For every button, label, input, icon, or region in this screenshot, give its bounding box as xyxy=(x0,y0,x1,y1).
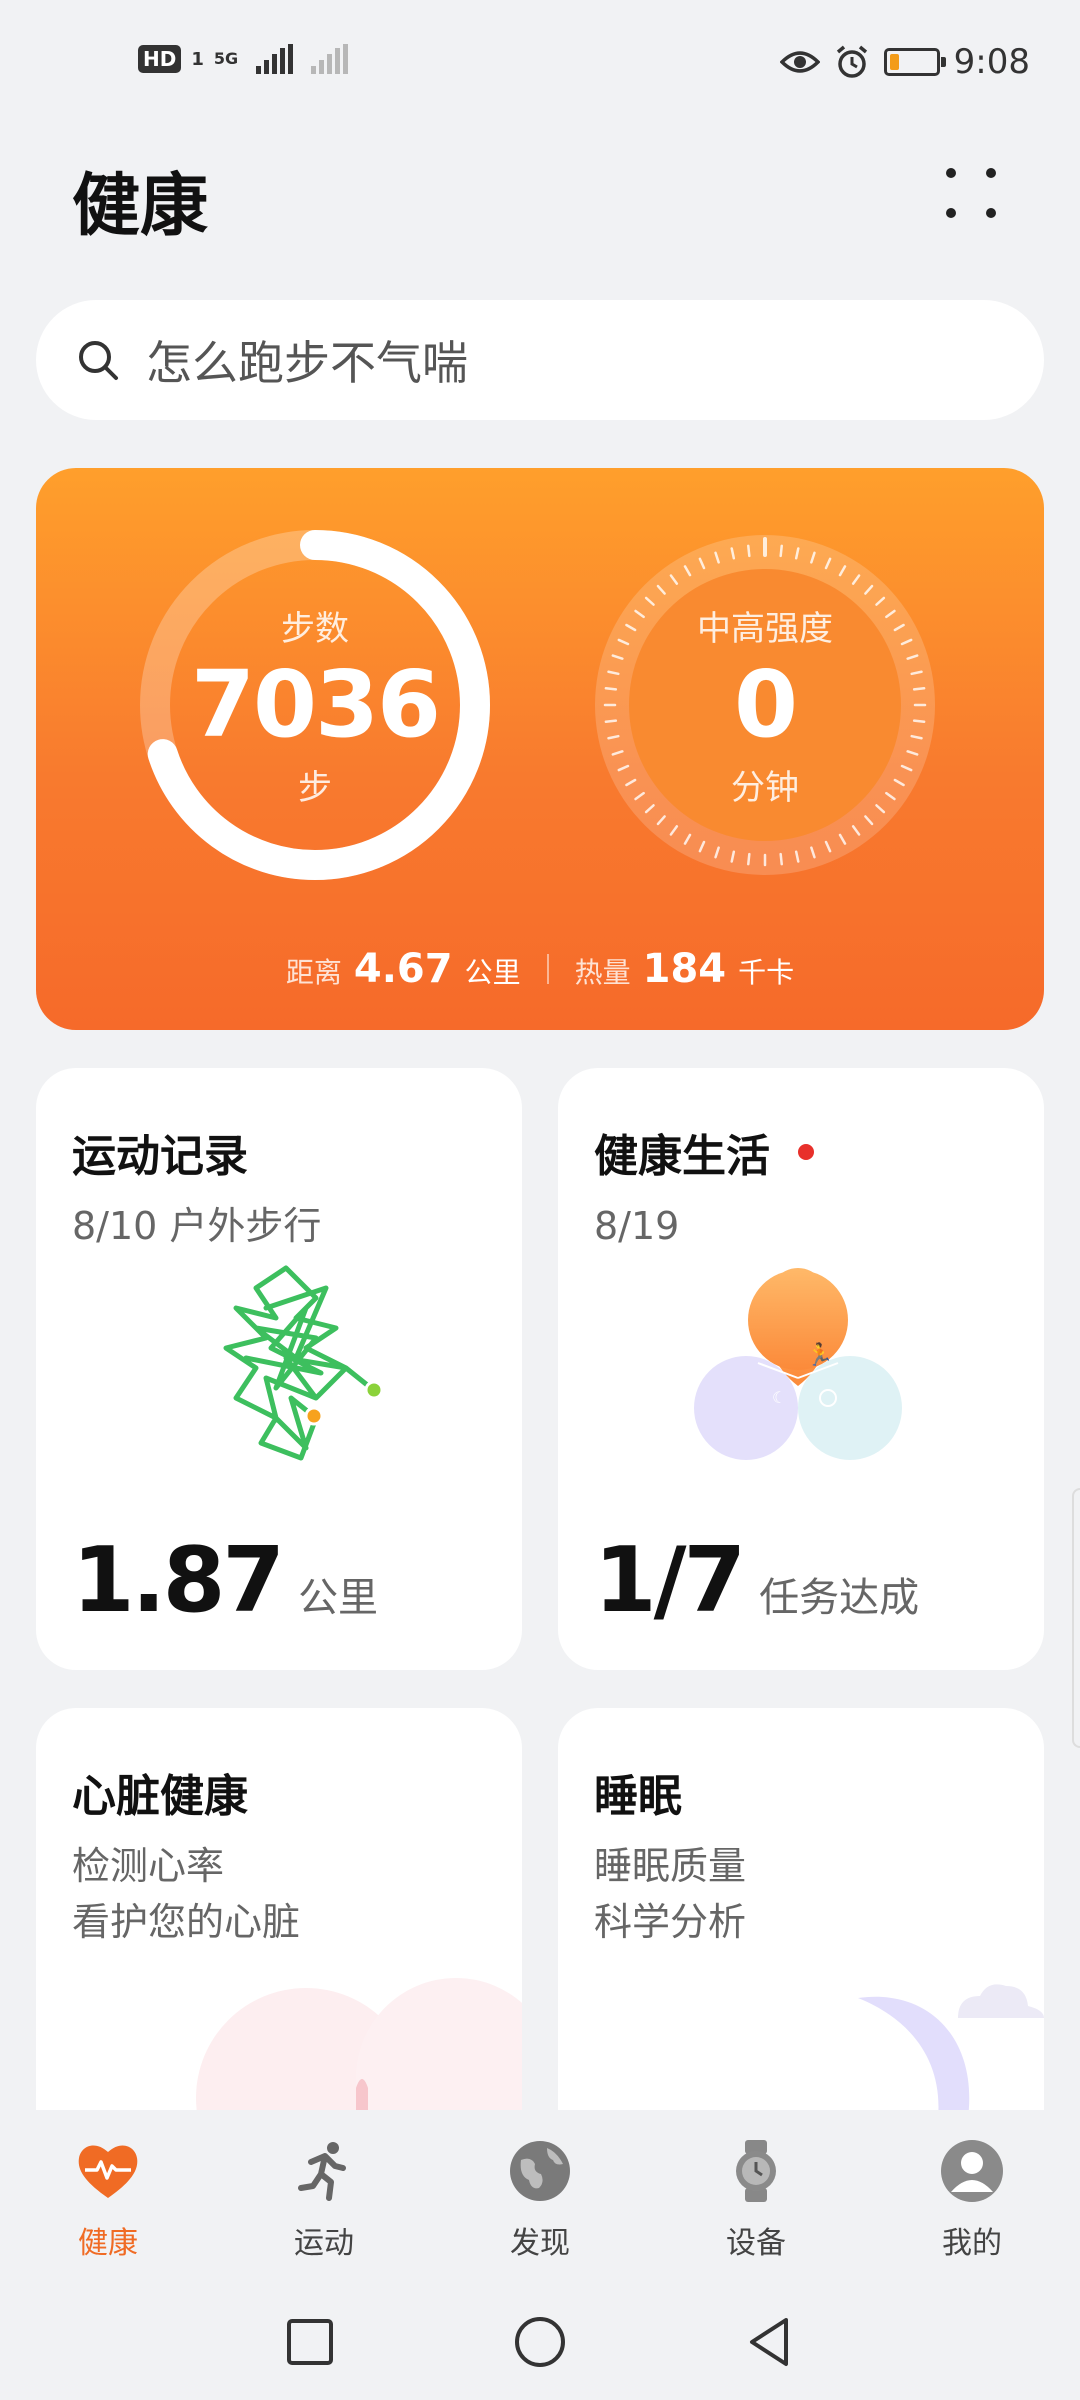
profile-icon xyxy=(941,2140,1003,2202)
steps-label: 步数 xyxy=(281,609,349,649)
eye-icon xyxy=(779,51,820,73)
scroll-indicator xyxy=(1072,1488,1080,1748)
nav-exercise[interactable]: 运动 xyxy=(216,2110,432,2280)
heart-health-line1: 检测心率 xyxy=(72,1844,225,1888)
exercise-title: 运动记录 xyxy=(72,1131,248,1182)
steps-unit: 步 xyxy=(298,768,332,808)
status-right: 9:08 xyxy=(779,42,1030,82)
search-bar[interactable]: 怎么跑步不气喘 xyxy=(36,300,1044,420)
home-icon[interactable] xyxy=(510,2312,570,2372)
nav-health[interactable]: 健康 xyxy=(0,2110,216,2280)
battery-icon xyxy=(883,48,946,76)
notification-dot xyxy=(798,1144,814,1160)
footer-divider xyxy=(546,954,549,984)
clock: 9:08 xyxy=(953,42,1030,82)
page-title: 健康 xyxy=(72,167,209,246)
steps-ring[interactable]: 步数 7036 步 xyxy=(130,520,500,890)
svg-text:🏃: 🏃 xyxy=(806,1342,833,1368)
exercise-distance-value: 1.87 xyxy=(72,1528,285,1633)
running-icon xyxy=(298,2142,346,2201)
sleep-line2: 科学分析 xyxy=(594,1900,747,1944)
search-icon xyxy=(79,341,118,380)
moon-cloud-icon xyxy=(858,1984,1044,2110)
distance-label: 距离 xyxy=(285,956,342,989)
intensity-unit: 分钟 xyxy=(731,768,799,808)
recent-apps-icon[interactable] xyxy=(280,2312,340,2372)
heart-health-desc: 检测心率 看护您的心脏 xyxy=(72,1838,300,1950)
nav-me[interactable]: 我的 xyxy=(864,2110,1080,2280)
nav-devices[interactable]: 设备 xyxy=(648,2110,864,2280)
signal-icon xyxy=(256,44,294,74)
activity-summary-card[interactable]: 步数 7036 步 中高强度 0 分钟 距离 4.67 公里 热量 184 千卡 xyxy=(36,468,1044,1030)
calories-unit: 千卡 xyxy=(738,956,795,989)
nav-discover-label: 发现 xyxy=(510,2226,570,2261)
sleep-title: 睡眠 xyxy=(594,1771,682,1822)
healthy-living-card[interactable]: 健康生活 8/19 🏃 ☾ 1/7 任务达成 xyxy=(558,1068,1044,1670)
search-placeholder: 怎么跑步不气喘 xyxy=(146,336,468,390)
route-map-icon xyxy=(223,1265,384,1461)
status-left: HD 1 5G xyxy=(138,44,349,74)
nav-devices-label: 设备 xyxy=(726,2226,786,2261)
sleep-card[interactable]: 睡眠 睡眠质量 科学分析 xyxy=(558,1708,1044,2110)
activity-footer: 距离 4.67 公里 热量 184 千卡 xyxy=(36,946,1044,992)
heart-illustration-icon xyxy=(196,1978,522,2110)
intensity-ring[interactable]: 中高强度 0 分钟 xyxy=(580,520,950,890)
sim-number: 1 xyxy=(191,48,204,70)
signal-off-icon xyxy=(311,44,349,74)
sleep-line1: 睡眠质量 xyxy=(594,1844,747,1888)
exercise-summary: 1.87 公里 xyxy=(72,1528,378,1633)
nav-discover[interactable]: 发现 xyxy=(432,2110,648,2280)
nav-health-label: 健康 xyxy=(78,2226,138,2261)
system-navigation xyxy=(0,2290,1080,2400)
heart-health-card[interactable]: 心脏健康 检测心率 看护您的心脏 xyxy=(36,1708,522,2110)
alarm-icon xyxy=(836,45,867,78)
healthy-living-date: 8/19 xyxy=(594,1204,680,1248)
bottom-navigation: 健康 运动 发现 设备 我的 xyxy=(0,2110,1080,2280)
hd-badge: HD xyxy=(138,45,182,73)
sleep-desc: 睡眠质量 科学分析 xyxy=(594,1838,746,1950)
distance-unit: 公里 xyxy=(464,956,521,989)
steps-value: 7036 xyxy=(190,651,441,758)
globe-icon xyxy=(510,2141,570,2201)
watch-icon xyxy=(736,2140,776,2202)
svg-text:☾: ☾ xyxy=(772,1388,786,1407)
exercise-record-card[interactable]: 运动记录 8/10 户外步行 1.87 公里 xyxy=(36,1068,522,1670)
distance-value: 4.67 xyxy=(353,946,453,992)
network-type: 5G xyxy=(213,49,239,68)
calories-label: 热量 xyxy=(574,956,631,989)
tasks-value: 1/7 xyxy=(594,1528,746,1633)
nav-exercise-label: 运动 xyxy=(294,2226,354,2261)
calories-value: 184 xyxy=(642,946,727,992)
heart-health-line2: 看护您的心脏 xyxy=(72,1900,301,1944)
three-petal-icon: 🏃 ☾ xyxy=(694,1268,902,1460)
intensity-label: 中高强度 xyxy=(697,609,833,649)
nav-me-label: 我的 xyxy=(942,2226,1002,2261)
back-icon[interactable] xyxy=(740,2312,800,2372)
status-bar: HD 1 5G 9:08 xyxy=(0,0,1080,120)
tasks-label: 任务达成 xyxy=(759,1575,920,1621)
exercise-distance-unit: 公里 xyxy=(298,1575,379,1621)
healthy-living-summary: 1/7 任务达成 xyxy=(594,1528,919,1633)
heart-health-title: 心脏健康 xyxy=(72,1771,248,1822)
heart-pulse-icon xyxy=(78,2145,138,2198)
exercise-subtitle: 8/10 户外步行 xyxy=(72,1204,322,1248)
intensity-value: 0 xyxy=(733,651,798,758)
healthy-living-title: 健康生活 xyxy=(594,1131,770,1182)
more-options-button[interactable] xyxy=(940,162,1002,224)
